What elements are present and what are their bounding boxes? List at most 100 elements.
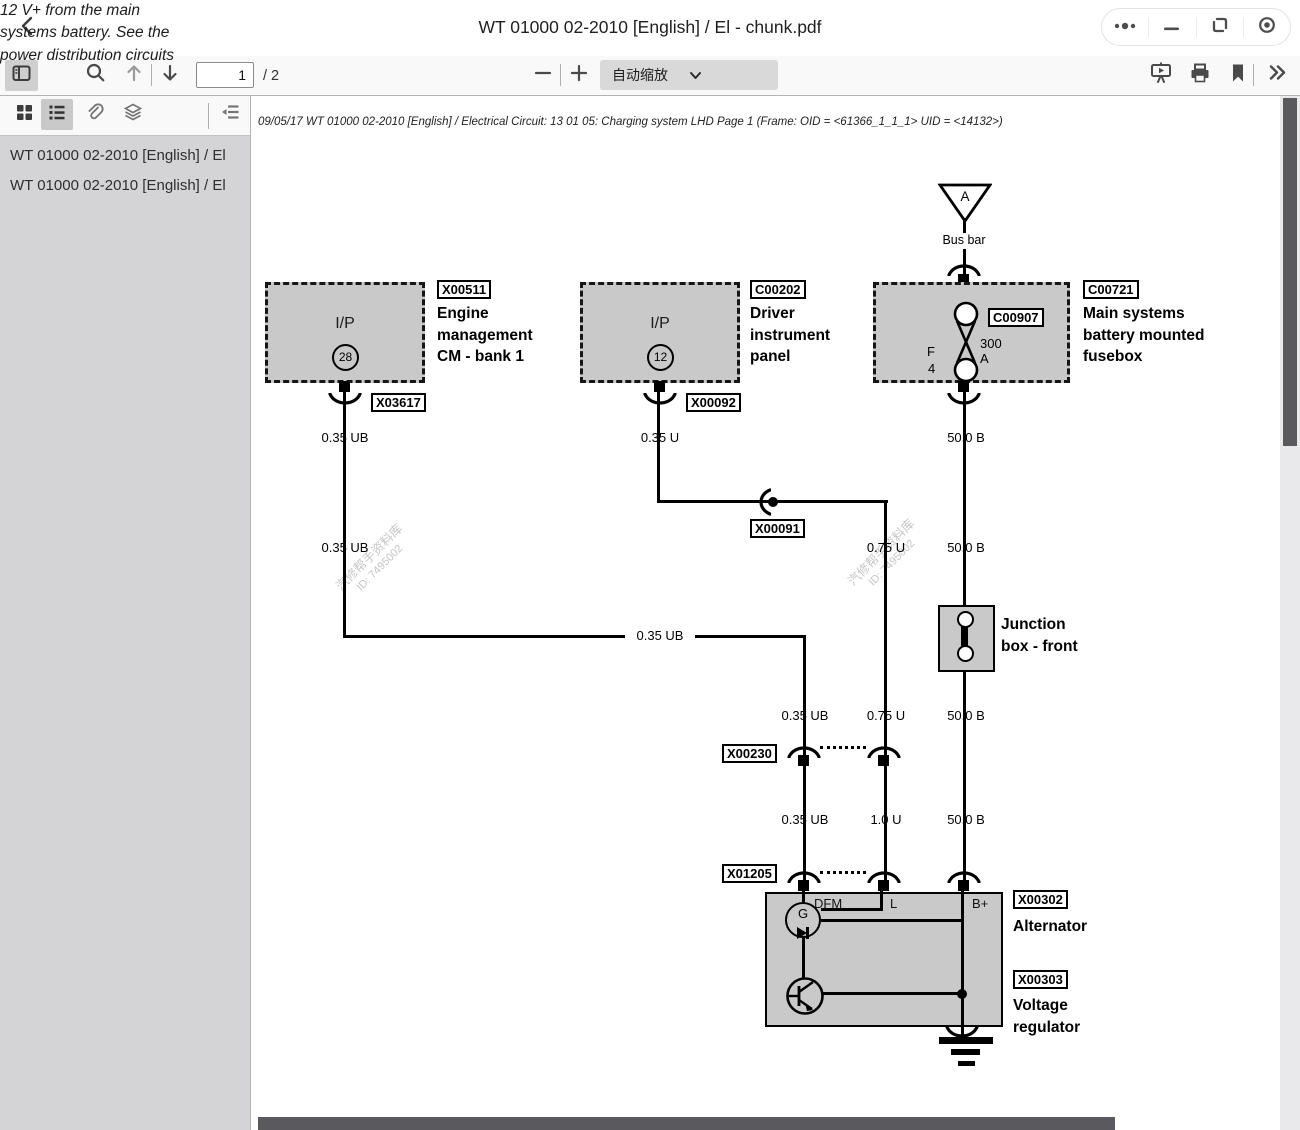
wire: [884, 503, 887, 891]
component-name: Voltage regulator: [1013, 995, 1080, 1038]
outline-view-button[interactable]: [41, 99, 73, 130]
connector-link: [820, 871, 866, 874]
pin-square: [878, 880, 889, 891]
wire-label: 0.75 U: [846, 708, 926, 723]
presentation-mode-button[interactable]: [1147, 61, 1175, 89]
restore-icon: [1211, 16, 1229, 39]
wire: [963, 218, 966, 233]
component-name: Alternator: [1013, 916, 1087, 938]
thumbnails-icon: [16, 104, 33, 126]
connector-symbol: [642, 393, 678, 412]
target-icon: [1258, 16, 1276, 39]
bus-bar-label: Bus bar: [924, 233, 1004, 248]
pin-type-label: I/P: [640, 315, 680, 333]
wire: [963, 392, 966, 607]
titlebar: WT 01000 02-2010 [English] / El - chunk.…: [0, 0, 1300, 56]
pdf-viewer-app: { "chrome": { "title": "WT 01000 02-2010…: [0, 0, 1300, 1130]
current-outline-item-button[interactable]: [214, 99, 246, 130]
junction-dot: [957, 989, 967, 999]
pin-square: [958, 381, 969, 392]
fuse-id: C00907: [988, 308, 1044, 327]
zoom-select[interactable]: 自动缩放: [600, 60, 778, 90]
zoom-select-value: 自动缩放: [612, 65, 689, 85]
restore-button[interactable]: [1197, 9, 1243, 45]
page-total: / 2: [263, 68, 279, 84]
sidebar-toggle-icon: [12, 65, 31, 87]
toolbar: / 2 自动缩放: [0, 56, 1300, 96]
component-name: Driver instrument panel: [750, 303, 830, 368]
wire-label: 0.35 UB: [765, 708, 845, 723]
zoom-in-button[interactable]: [565, 61, 593, 89]
component-name: Main systems battery mounted fusebox: [1083, 303, 1204, 368]
wire-label: 50.0 B: [926, 540, 1006, 555]
target-button[interactable]: [1244, 9, 1290, 45]
wire-label: 50.0 B: [926, 812, 1006, 827]
minimize-button[interactable]: [1149, 9, 1195, 45]
paperclip-icon: [85, 103, 105, 127]
divider: [560, 64, 561, 86]
layers-icon: [124, 103, 142, 126]
attachments-view-button[interactable]: [79, 99, 111, 130]
transistor-symbol: [785, 976, 825, 1021]
component-id: X00303: [1013, 970, 1068, 989]
wire: [343, 392, 346, 638]
outline-item[interactable]: WT 01000 02-2010 [English] / El: [0, 171, 250, 201]
pin-square: [798, 880, 809, 891]
wire: [821, 908, 882, 911]
print-icon: [1190, 63, 1210, 88]
page-number-input[interactable]: [196, 62, 254, 88]
wire: [802, 936, 805, 978]
pin-square: [339, 381, 350, 392]
wiring-diagram: 09/05/17 WT 01000 02-2010 [English] / El…: [0, 0, 174, 67]
fuse-rating: 300 A: [980, 336, 1002, 366]
wire: [963, 670, 966, 891]
wire-label: 0.35 U: [620, 430, 700, 445]
divider: [208, 103, 209, 129]
ground-icon: [958, 1061, 975, 1066]
component-name: Engine management CM - bank 1: [437, 303, 533, 368]
bookmark-button[interactable]: [1224, 61, 1252, 89]
junction-terminal: [957, 611, 974, 628]
generator-letter: G: [785, 906, 821, 921]
more-icon: [1113, 18, 1137, 36]
pin-square: [878, 755, 889, 766]
wire-label: 0.35 UB: [305, 430, 385, 445]
wire-label: 50.0 B: [926, 708, 1006, 723]
connector-id: X00092: [686, 393, 741, 412]
bookmark-icon: [1230, 63, 1246, 88]
connector-link: [820, 746, 866, 749]
pin-label: B+: [972, 896, 988, 911]
component-id: C00202: [750, 280, 806, 299]
connector-id: X00230: [722, 744, 777, 763]
wire-label: 50.0 B: [926, 430, 1006, 445]
fuse-row: F: [927, 344, 935, 359]
zoom-out-button[interactable]: [529, 61, 557, 89]
chevron-down-icon: [689, 67, 766, 83]
pin-square: [958, 880, 969, 891]
layers-view-button[interactable]: [117, 99, 149, 130]
more-button[interactable]: [1102, 9, 1148, 45]
connector-id: X03617: [371, 393, 426, 412]
horizontal-scrollbar-thumb[interactable]: [258, 1117, 1115, 1130]
plus-icon: [570, 64, 588, 87]
wire: [344, 635, 806, 638]
splice-dot: [768, 497, 778, 507]
double-chevron-right-icon: [1267, 64, 1288, 86]
vertical-scrollbar-thumb[interactable]: [1283, 98, 1297, 446]
more-tools-button[interactable]: [1262, 61, 1292, 89]
minus-icon: [534, 64, 552, 87]
thumbnails-view-button[interactable]: [8, 99, 40, 130]
wire: [657, 392, 660, 503]
minimize-icon: [1164, 18, 1180, 36]
sidebar-header: [0, 96, 250, 136]
wire: [822, 992, 963, 995]
print-button[interactable]: [1186, 61, 1214, 89]
pin-label: L: [890, 896, 897, 911]
component-id: C00721: [1083, 280, 1139, 299]
wire-label: 0.35 UB: [625, 628, 695, 643]
pin-number: 12: [647, 344, 674, 371]
wire-label: 0.35 UB: [305, 540, 385, 555]
sidebar-outline-panel: WT 01000 02-2010 [English] / El WT 01000…: [0, 136, 250, 1130]
outline-item[interactable]: WT 01000 02-2010 [English] / El: [0, 141, 250, 171]
divider: [1253, 64, 1254, 86]
